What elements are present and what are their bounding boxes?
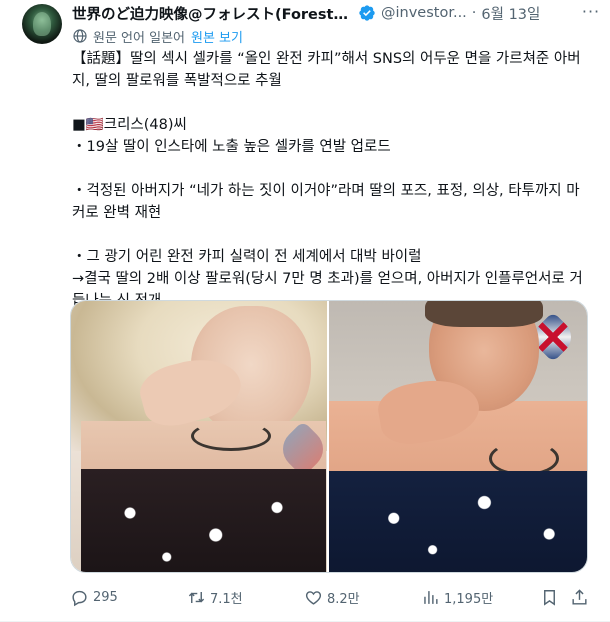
tweet-text-line: ・19살 딸이 인스타에 노출 높은 셀카를 연발 업로드	[72, 139, 391, 155]
photo-father[interactable]	[329, 301, 587, 572]
bookmark-icon	[544, 589, 555, 606]
tweet-text-line: →결국 딸의 2배 이상 팔로워(당시 7만 명 초과)를 얻으며, 아버지가 …	[72, 271, 583, 287]
tweet-text: 【話題】딸의 섹시 셀카를 “올인 완전 카피”해서 SNS의 어두운 면을 가…	[72, 48, 592, 312]
reply-icon	[72, 590, 87, 606]
retweet-count: 7.1천	[210, 591, 243, 607]
share-button[interactable]	[570, 584, 589, 610]
like-count: 8.2만	[327, 591, 360, 607]
views-icon	[424, 590, 438, 604]
retweet-icon	[188, 591, 205, 603]
separator-dot: ·	[471, 5, 477, 21]
views-count: 1,195만	[444, 591, 494, 607]
avatar[interactable]	[22, 4, 62, 44]
tweet-header: 世界のど迫力映像@フォレスト(Forest)... @investor... ·…	[72, 2, 602, 24]
translation-note: 원문 언어 일본어 원본 보기	[72, 26, 243, 46]
tweet-text-line: ・그 광기 어린 완전 카피 실력이 전 세계에서 대박 바이럴	[72, 249, 422, 265]
tweet-text-line	[72, 224, 592, 246]
like-button[interactable]: 8.2만	[304, 584, 360, 610]
heart-icon	[305, 590, 322, 605]
tweet-text-line	[72, 92, 592, 114]
tweet-text-line: 【話題】딸의 섹시 셀카를 “올인 완전 카피”해서 SNS의 어두운 면을 가…	[72, 51, 581, 67]
tweet-text-line	[72, 158, 592, 180]
action-bar: 295 7.1천 8.2만 1,195만	[70, 584, 592, 610]
globe-icon	[72, 28, 88, 44]
bookmark-button[interactable]	[540, 584, 559, 610]
author-name[interactable]: 世界のど迫力映像@フォレスト(Forest)...	[72, 3, 354, 24]
show-original-link[interactable]: 원본 보기	[191, 27, 243, 46]
share-icon	[572, 588, 587, 605]
retweet-button[interactable]: 7.1천	[187, 584, 243, 610]
tweet-text-line: 지, 딸의 팔로워를 폭발적으로 추월	[72, 73, 282, 89]
media-grid	[70, 300, 588, 573]
views-button[interactable]: 1,195만	[421, 584, 493, 610]
translation-language: 원문 언어 일본어	[93, 30, 185, 46]
tweet-text-line: ・걱정된 아버지가 “네가 하는 짓이 이거야”라며 딸의 포즈, 표정, 의상…	[72, 183, 580, 199]
tweet-date[interactable]: 6월 13일	[481, 3, 540, 24]
tweet-text-line: ■🇺🇸크리스(48)씨	[72, 117, 187, 133]
photo-daughter[interactable]	[71, 301, 327, 572]
author-handle[interactable]: @investor...	[381, 5, 467, 21]
tweet[interactable]: 世界のど迫力映像@フォレスト(Forest)... @investor... ·…	[0, 0, 610, 622]
verified-badge-icon[interactable]	[358, 4, 376, 22]
reply-button[interactable]: 295	[70, 584, 118, 610]
more-icon[interactable]: ···	[580, 0, 602, 22]
reply-count: 295	[93, 589, 118, 605]
tweet-text-line: 커로 완벽 재현	[72, 205, 162, 221]
